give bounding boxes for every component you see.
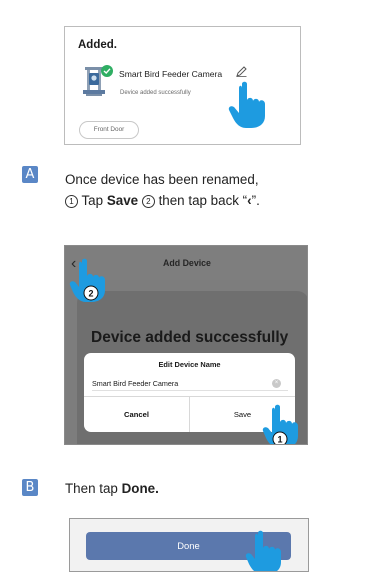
- added-title: Added.: [78, 39, 117, 51]
- step-a-instruction-line2: 1 Tap Save 2 then tap back “‹”.: [65, 193, 260, 208]
- closing-quote: ”.: [251, 193, 260, 208]
- cancel-button[interactable]: Cancel: [84, 410, 189, 419]
- tap-hand-back-icon: 2: [69, 258, 105, 302]
- then-tap-back-text: then tap back “: [158, 193, 248, 208]
- tap-hand-done-icon: [245, 530, 281, 571]
- added-screenshot: Added. Smart Bird Feeder Camera Device a…: [64, 26, 301, 145]
- tap-word: Tap: [81, 193, 104, 208]
- step-number-1: 1: [65, 195, 78, 208]
- save-word: Save: [106, 193, 139, 208]
- success-check-icon: [101, 65, 113, 77]
- marker-back-number: 2: [88, 289, 93, 299]
- step-a-instruction-line1: Once device has been renamed,: [65, 172, 259, 187]
- step-b-prefix: Then tap: [65, 481, 118, 496]
- step-b-badge: B: [22, 479, 38, 496]
- step-b-instruction: Then tap Done.: [65, 481, 159, 496]
- step-a-badge: A: [22, 166, 38, 183]
- done-screenshot: Done: [69, 518, 309, 572]
- device-name-value: Smart Bird Feeder Camera: [92, 379, 179, 388]
- dialog-title: Edit Device Name: [158, 360, 221, 369]
- clear-icon[interactable]: ×: [272, 379, 281, 388]
- device-added-heading: Device added successfully: [91, 329, 289, 346]
- pencil-edit-icon[interactable]: [236, 66, 247, 77]
- tap-hand-icon: [228, 81, 265, 128]
- step-number-2: 2: [141, 195, 155, 208]
- add-device-screenshot: ‹ Add Device Device added successfully E…: [64, 245, 308, 445]
- tap-hand-save-icon: 1: [262, 404, 298, 445]
- marker-save-number: 1: [277, 435, 282, 445]
- device-status-text: Device added successfully: [120, 90, 191, 96]
- done-word: Done.: [121, 481, 159, 496]
- room-chip-front-door[interactable]: Front Door: [79, 121, 139, 139]
- device-name-label[interactable]: Smart Bird Feeder Camera: [119, 69, 222, 79]
- device-name-input[interactable]: Smart Bird Feeder Camera ×: [92, 377, 288, 391]
